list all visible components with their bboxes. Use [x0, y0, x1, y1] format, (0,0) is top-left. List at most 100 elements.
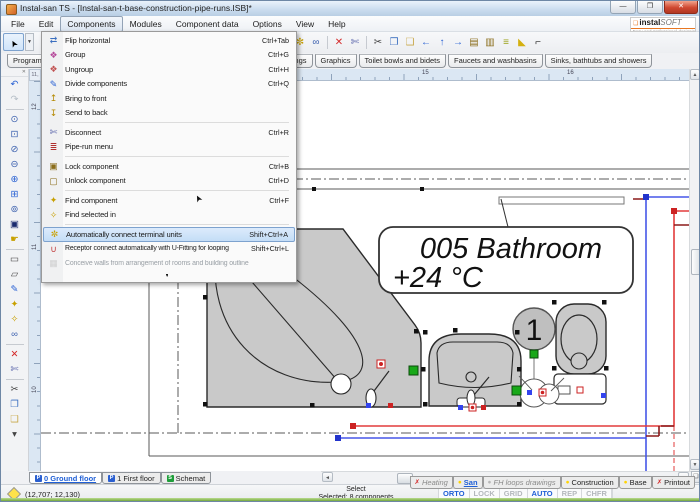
sheet-tab[interactable]: S Schemat [161, 472, 212, 484]
menubar-item[interactable]: Edit [32, 16, 61, 32]
paste-icon[interactable]: ❑ [403, 36, 417, 50]
undo-icon[interactable]: ↶ [4, 77, 26, 92]
menubar-item[interactable]: Options [246, 16, 289, 32]
select-tool-button[interactable]: ➤ [3, 33, 24, 51]
move-up-icon[interactable]: ↑ [435, 36, 449, 50]
window-title: Instal-san TS - [Instal-san-t-base-const… [20, 3, 252, 13]
disconnect-icon[interactable]: ✄ [348, 36, 362, 50]
menubar-item[interactable]: Component data [169, 16, 246, 32]
excluded-icon: ✗ [657, 480, 662, 486]
pan-hand-icon[interactable]: ☛ [4, 232, 26, 247]
scroll-up-icon[interactable]: ▲ [690, 69, 700, 80]
layer-tab[interactable]: ● San [453, 476, 483, 489]
rail-separator [6, 109, 24, 110]
select-polygon-icon[interactable]: ▱ [4, 267, 26, 282]
move-right-icon[interactable]: → [451, 36, 465, 50]
maximize-button[interactable]: ❐ [637, 1, 663, 14]
window-bottom-edge [1, 498, 700, 501]
move-left-icon[interactable]: ← [419, 36, 433, 50]
close-button[interactable]: ✕ [664, 1, 698, 14]
component-tab[interactable]: Graphics [315, 54, 357, 68]
component-tab[interactable]: Toilet bowls and bidets [359, 54, 446, 68]
layer-tab[interactable]: ✗ Heating [410, 476, 453, 489]
left-toolbar: ✕ ↶↷⊙⊡⊘⊖⊕⊞⊚▣☛▭▱✎✦✧∞✕✄✂❐❑▾ [1, 69, 29, 471]
copy-icon[interactable]: ❐ [4, 397, 26, 412]
app-window: Instal-san TS - [Instal-san-t-base-const… [0, 0, 700, 502]
zoom-window-icon[interactable]: ⊡ [4, 127, 26, 142]
redo-icon[interactable]: ↷ [4, 92, 26, 107]
zoom-previous-icon[interactable]: ⊘ [4, 142, 26, 157]
menu-item-find-component[interactable]: ✦ Find component Ctrl+F [43, 193, 295, 208]
menubar-item[interactable]: View [289, 16, 321, 32]
fill-wedge-icon[interactable]: ◣ [515, 36, 529, 50]
menu-item-conceive-walls[interactable]: ▦ Conceive walls from arrangement of roo… [43, 256, 295, 271]
cut-icon[interactable]: ✂ [4, 382, 26, 397]
washbasin[interactable] [429, 334, 521, 407]
menu-item-lock-component[interactable]: ▣ Lock component Ctrl+B [43, 159, 295, 174]
zoom-out-icon[interactable]: ⊖ [4, 157, 26, 172]
menu-item-find-selected-in[interactable]: ✧ Find selected in [43, 208, 295, 223]
copy-icon[interactable]: ❐ [387, 36, 401, 50]
send-to-back-icon[interactable]: ▥ [483, 36, 497, 50]
scroll-down-icon[interactable]: ▼ [690, 459, 700, 470]
select-window-icon[interactable]: ▭ [4, 252, 26, 267]
disconnect-icon[interactable]: ✄ [4, 362, 26, 377]
menu-item-group[interactable]: ❖ Group Ctrl+G [43, 48, 295, 63]
brand-name-light: SOFT [660, 19, 681, 27]
delete-icon[interactable]: ✕ [4, 347, 26, 362]
menu-scroll-down[interactable]: ▾ [43, 271, 295, 281]
pencil-icon: ✎ [45, 77, 62, 91]
menu-item-auto-connect-terminal-units[interactable]: ✼ Automatically connect terminal units S… [43, 227, 295, 242]
zoom-selected-icon[interactable]: ⊚ [4, 202, 26, 217]
delete-icon[interactable]: ✕ [332, 36, 346, 50]
minimize-button[interactable]: — [610, 1, 636, 14]
full-screen-icon[interactable]: ▣ [4, 217, 26, 232]
cut-icon[interactable]: ✂ [371, 36, 385, 50]
polyline-icon[interactable]: ⌐ [531, 36, 545, 50]
menu-item-divide-components[interactable]: ✎ Divide components Ctrl+Q [43, 77, 295, 92]
scroll-left-icon[interactable]: ◄ [322, 472, 333, 482]
room-label[interactable]: 005 Bathroom +24 °C [379, 199, 633, 294]
menu-item-pipe-run-menu[interactable]: ≣ Pipe-run menu [43, 140, 295, 155]
vertical-scroll-thumb[interactable] [691, 249, 700, 275]
toolbar-close-icon[interactable]: ✕ [1, 69, 28, 77]
vertical-scrollbar[interactable]: ▲ ▼ [689, 69, 700, 471]
bring-to-front-icon[interactable]: ▤ [467, 36, 481, 50]
zoom-in-icon[interactable]: ⊕ [4, 172, 26, 187]
zoom-help-icon[interactable]: ⊙ [4, 112, 26, 127]
menu-item-receptor-connect[interactable]: ∪ Receptor connect automatically with U-… [43, 242, 295, 257]
group-chain-icon[interactable]: ∞ [4, 327, 26, 342]
menu-item-bring-to-front[interactable]: ↥ Bring to front [43, 91, 295, 106]
logo-doc-icon: ❏ [633, 20, 638, 28]
component-tab[interactable]: Faucets and washbasins [448, 54, 543, 68]
sheet-tab[interactable]: P 0 Ground floor [29, 472, 102, 484]
layer-tab[interactable]: ● Construction [561, 476, 619, 489]
menu-item-disconnect[interactable]: ✄ Disconnect Ctrl+R [43, 125, 295, 140]
more-tools-icon[interactable]: ▾ [4, 427, 26, 442]
align-icon[interactable]: ≡ [499, 36, 513, 50]
layer-tab[interactable]: ● Base [619, 476, 652, 489]
menubar-item[interactable]: Components [60, 16, 122, 32]
chain-connect-icon[interactable]: ∞ [309, 36, 323, 50]
zone-badge[interactable]: 1 [513, 308, 555, 350]
zoom-extents-icon[interactable]: ⊞ [4, 187, 26, 202]
divide-pencil-icon[interactable]: ✎ [4, 282, 26, 297]
select-tool-dropdown[interactable]: ▼ [25, 33, 34, 51]
sheet-tab[interactable]: P 1 First floor [102, 472, 161, 484]
menubar-item[interactable]: Help [321, 16, 352, 32]
find-flashlight-icon[interactable]: ✦ [4, 297, 26, 312]
layer-tab[interactable]: ● FH loops drawings [483, 476, 561, 489]
menubar-item[interactable]: File [4, 16, 32, 32]
component-tab[interactable]: Sinks, bathtubs and showers [545, 54, 653, 68]
menubar-item[interactable]: Modules [123, 16, 169, 32]
menu-item-ungroup[interactable]: ❖ Ungroup Ctrl+H [43, 62, 295, 77]
layer-tab[interactable]: ✗ Printout [652, 476, 695, 489]
auto-connect-icon: ✼ [46, 227, 63, 241]
find-selected-icon[interactable]: ✧ [4, 312, 26, 327]
menu-item-unlock-component[interactable]: ▢ Unlock component Ctrl+D [43, 174, 295, 189]
menu-item-send-to-back[interactable]: ↧ Send to back [43, 106, 295, 121]
paste-icon[interactable]: ❑ [4, 412, 26, 427]
menu-item-flip-horizontal[interactable]: ⇄ Flip horizontal Ctrl+Tab [43, 33, 295, 48]
app-icon [6, 4, 17, 15]
ruler-number: 15 [422, 70, 429, 76]
